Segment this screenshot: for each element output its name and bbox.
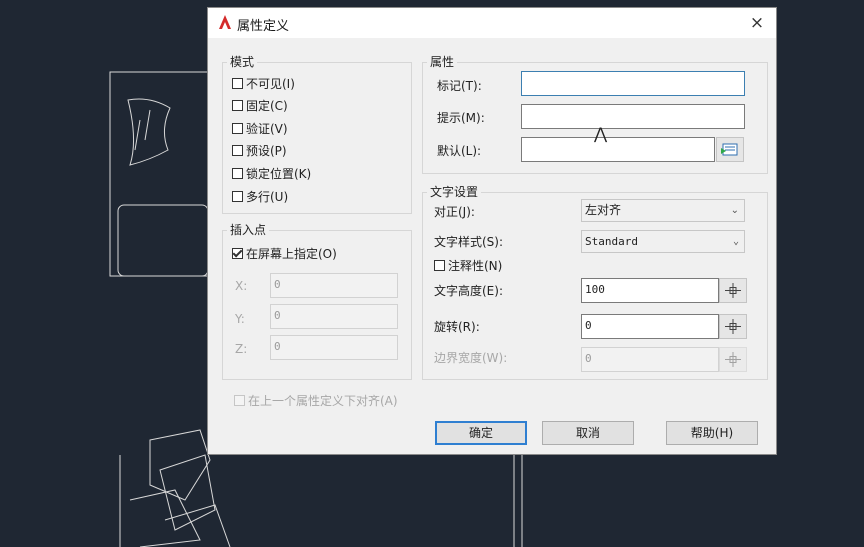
insertion-point-group-label: 插入点	[227, 222, 270, 238]
default-input[interactable]	[521, 137, 715, 162]
checkbox-invisible[interactable]: 不可见(I)	[232, 76, 295, 92]
checkbox-constant[interactable]: 固定(C)	[232, 98, 288, 114]
checkbox-box[interactable]	[232, 168, 243, 179]
y-input[interactable]: 0	[270, 304, 398, 329]
checkbox-label: 在上一个属性定义下对齐(A)	[248, 394, 398, 408]
pick-height-button[interactable]	[719, 278, 747, 303]
title-bar: 属性定义 ×	[208, 8, 776, 38]
z-label: Z:	[235, 342, 248, 356]
pick-boundary-button[interactable]	[719, 347, 747, 372]
checkbox-label: 多行(U)	[246, 190, 289, 204]
dialog-title: 属性定义	[237, 19, 290, 34]
justify-label: 对正(J):	[434, 205, 475, 219]
crosshair-pick-icon	[725, 352, 741, 367]
prompt-label: 提示(M):	[437, 111, 485, 125]
checkbox-verify[interactable]: 验证(V)	[232, 121, 288, 137]
checkbox-label: 不可见(I)	[246, 77, 295, 91]
checkbox-multiline[interactable]: 多行(U)	[232, 189, 288, 205]
checkbox-lock-position[interactable]: 锁定位置(K)	[232, 166, 311, 182]
autocad-app-icon	[219, 15, 231, 29]
cancel-button[interactable]: 取消	[542, 421, 634, 445]
rotation-input[interactable]: 0	[581, 314, 719, 339]
checkbox-box[interactable]	[232, 100, 243, 111]
tag-input[interactable]	[521, 71, 745, 96]
y-label: Y:	[235, 312, 245, 326]
justify-select[interactable]: 左对齐 ⌄	[581, 199, 745, 222]
chevron-down-icon: ⌄	[730, 205, 739, 216]
help-button[interactable]: 帮助(H)	[666, 421, 758, 445]
checkbox-label: 注释性(N)	[448, 259, 503, 273]
boundary-width-label: 边界宽度(W):	[434, 351, 508, 365]
ok-button[interactable]: 确定	[435, 421, 527, 445]
checkbox-label: 固定(C)	[246, 99, 288, 113]
checkbox-label: 锁定位置(K)	[246, 167, 312, 181]
default-label: 默认(L):	[437, 144, 482, 158]
chevron-down-icon: ⌄	[732, 236, 739, 247]
boundary-width-input[interactable]: 0	[581, 347, 719, 372]
insert-field-icon	[721, 143, 738, 156]
checkbox-label: 预设(P)	[246, 144, 287, 158]
checkbox-box[interactable]	[232, 78, 243, 89]
checkbox-annotative[interactable]: 注释性(N)	[434, 258, 502, 274]
tag-label: 标记(T):	[437, 79, 482, 93]
rotation-label: 旋转(R):	[434, 320, 480, 334]
checkbox-box[interactable]	[434, 260, 445, 271]
crosshair-pick-icon	[725, 283, 741, 298]
ibeam-cursor-icon: ⋀	[594, 124, 608, 143]
pick-rotation-button[interactable]	[719, 314, 747, 339]
close-button[interactable]: ×	[744, 11, 770, 35]
blanket-fold-1	[149, 429, 211, 501]
x-label: X:	[235, 279, 248, 293]
checkbox-box[interactable]	[232, 191, 243, 202]
text-style-value: Standard	[585, 235, 638, 248]
checkbox-label: 验证(V)	[246, 122, 288, 136]
pillow-shape	[127, 98, 171, 166]
mode-group-label: 模式	[227, 54, 258, 70]
checkbox-preset[interactable]: 预设(P)	[232, 143, 287, 159]
checkbox-specify-on-screen[interactable]: 在屏幕上指定(O)	[232, 246, 337, 262]
z-input[interactable]: 0	[270, 335, 398, 360]
checkbox-label: 在屏幕上指定(O)	[246, 247, 337, 261]
text-height-input[interactable]: 100	[581, 278, 719, 303]
text-height-label: 文字高度(E):	[434, 284, 503, 298]
bed-mattress	[117, 204, 209, 277]
text-style-label: 文字样式(S):	[434, 235, 504, 249]
x-input[interactable]: 0	[270, 273, 398, 298]
checkbox-align-below-previous[interactable]: 在上一个属性定义下对齐(A)	[234, 393, 398, 409]
attribute-definition-dialog: 属性定义 × 模式 不可见(I) 固定(C) 验证(V) 预设(P) 锁定位置(…	[207, 7, 777, 455]
pillow-fold	[134, 109, 151, 151]
insert-field-button[interactable]	[716, 137, 744, 162]
checkbox-box[interactable]	[232, 248, 243, 259]
prompt-input[interactable]	[521, 104, 745, 129]
blanket-fold-3	[129, 489, 201, 547]
justify-value: 左对齐	[585, 203, 622, 217]
checkbox-box[interactable]	[232, 145, 243, 156]
text-settings-group-label: 文字设置	[427, 184, 482, 200]
checkbox-box[interactable]	[232, 123, 243, 134]
text-style-select[interactable]: Standard ⌄	[581, 230, 745, 253]
crosshair-pick-icon	[725, 319, 741, 334]
attribute-group-label: 属性	[427, 54, 458, 70]
checkbox-box[interactable]	[234, 395, 245, 406]
